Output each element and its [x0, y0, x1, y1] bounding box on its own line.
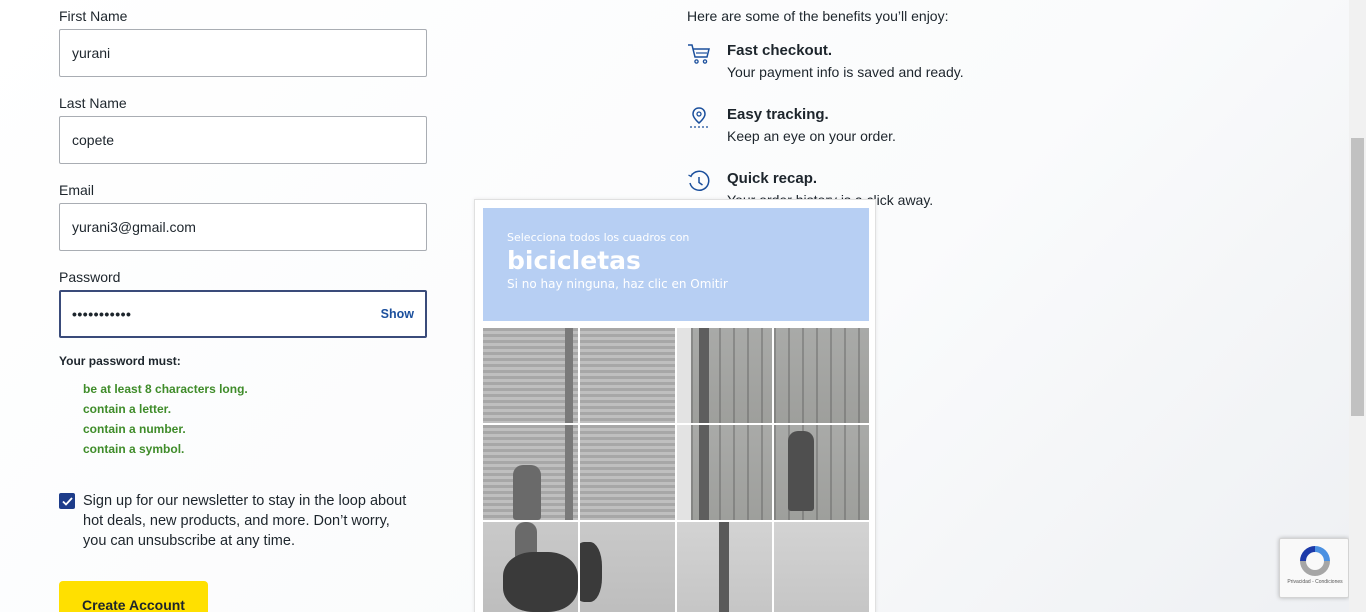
first-name-label: First Name	[59, 8, 128, 24]
captcha-tile[interactable]	[580, 425, 675, 520]
email-input[interactable]: yurani3@gmail.com	[59, 203, 427, 251]
captcha-tile[interactable]	[774, 425, 869, 520]
checkmark-icon	[61, 496, 73, 506]
captcha-tile[interactable]	[580, 522, 675, 612]
captcha-tile[interactable]	[483, 328, 578, 423]
captcha-tile[interactable]	[677, 522, 772, 612]
first-name-input[interactable]: yurani	[59, 29, 427, 77]
captcha-keyword: bicicletas	[507, 246, 641, 275]
benefit-title: Fast checkout.	[727, 42, 833, 59]
benefit-text: Keep an eye on your order.	[727, 128, 896, 144]
password-rule: contain a number.	[83, 422, 186, 436]
recaptcha-badge[interactable]: Privacidad - Condiciones	[1279, 538, 1349, 598]
captcha-tile[interactable]	[580, 328, 675, 423]
last-name-input[interactable]: copete	[59, 116, 427, 164]
password-input[interactable]: ••••••••••• Show	[59, 290, 427, 338]
captcha-instruction: Selecciona todos los cuadros con	[507, 231, 690, 244]
location-pin-icon	[690, 107, 708, 128]
password-rule: contain a letter.	[83, 402, 172, 416]
cart-icon	[688, 44, 710, 64]
captcha-tile[interactable]	[677, 328, 772, 423]
show-password-button[interactable]: Show	[381, 307, 414, 321]
benefits-intro: Here are some of the benefits you’ll enj…	[687, 8, 949, 24]
scrollbar-thumb[interactable]	[1351, 138, 1364, 416]
captcha-tile[interactable]	[774, 522, 869, 612]
captcha-tile[interactable]	[483, 425, 578, 520]
captcha-tile[interactable]	[677, 425, 772, 520]
captcha-challenge: Selecciona todos los cuadros con bicicle…	[474, 199, 876, 612]
captcha-tile[interactable]	[483, 522, 578, 612]
captcha-header: Selecciona todos los cuadros con bicicle…	[483, 208, 869, 321]
email-value: yurani3@gmail.com	[72, 219, 196, 235]
password-value: •••••••••••	[72, 306, 132, 322]
last-name-label: Last Name	[59, 95, 127, 111]
create-account-label: Create Account	[82, 597, 185, 612]
captcha-image-grid	[483, 328, 869, 612]
recaptcha-terms[interactable]: Privacidad - Condiciones	[1280, 579, 1350, 585]
captcha-tile[interactable]	[774, 328, 869, 423]
newsletter-checkbox[interactable]	[59, 493, 75, 509]
password-rule: contain a symbol.	[83, 442, 185, 456]
benefit-title: Easy tracking.	[727, 106, 829, 123]
benefit-text: Your payment info is saved and ready.	[727, 64, 964, 80]
recaptcha-logo-icon	[1300, 546, 1330, 576]
benefit-title: Quick recap.	[727, 170, 818, 187]
scrollbar[interactable]	[1349, 0, 1366, 612]
captcha-skip-hint: Si no hay ninguna, haz clic en Omitir	[507, 277, 728, 291]
password-rules-list: be at least 8 characters long. contain a…	[83, 382, 248, 462]
clock-history-icon	[688, 170, 710, 191]
email-label: Email	[59, 182, 95, 198]
first-name-value: yurani	[72, 45, 111, 61]
password-rule: be at least 8 characters long.	[83, 382, 248, 396]
create-account-button[interactable]: Create Account	[59, 581, 208, 612]
password-label: Password	[59, 269, 121, 285]
last-name-value: copete	[72, 132, 115, 148]
password-rules-title: Your password must:	[59, 354, 181, 368]
newsletter-label: Sign up for our newsletter to stay in th…	[83, 493, 407, 549]
